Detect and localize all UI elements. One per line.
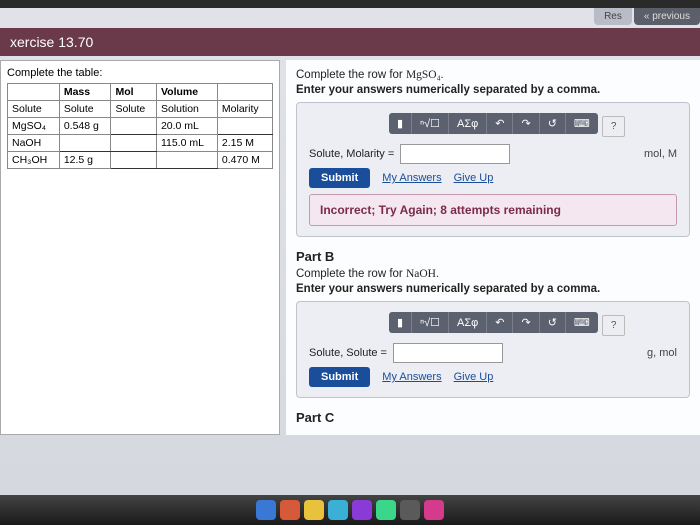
answer-label: Solute, Molarity = <box>309 148 394 160</box>
submit-row: Submit My Answers Give Up <box>309 367 677 387</box>
keyboard-icon[interactable]: ⌨ <box>565 312 598 333</box>
answer-units: mol, M <box>644 148 677 160</box>
submit-row: Submit My Answers Give Up <box>309 168 677 188</box>
math-toolbar: ▮ ⁿ√☐ ΑΣφ ↶ ↷ ↺ ⌨ <box>389 312 598 333</box>
part-a-hint: Enter your answers numerically separated… <box>296 84 690 96</box>
give-up-link[interactable]: Give Up <box>454 172 494 184</box>
answer-units: g, mol <box>647 347 677 359</box>
header-tabs: Res « previous <box>594 8 700 25</box>
part-a-instruction: Complete the row for MgSO₄. <box>296 69 690 81</box>
table-header-row: Mass Mol Volume <box>8 84 273 101</box>
blank-input[interactable] <box>217 118 272 135</box>
blank-input[interactable] <box>111 135 156 152</box>
table-row: NaOH 115.0 mL 2.15 M <box>8 135 273 152</box>
part-b-hint: Enter your answers numerically separated… <box>296 283 690 295</box>
dock-app-icon[interactable] <box>256 500 276 520</box>
help-icon[interactable]: ? <box>602 315 626 336</box>
answer-box-a: ▮ ⁿ√☐ ΑΣφ ↶ ↷ ↺ ⌨ ? Solute, Molarity = m… <box>296 102 690 237</box>
app-screen: Res « previous xercise 13.70 Complete th… <box>0 8 700 495</box>
undo-icon[interactable]: ↶ <box>486 113 512 134</box>
greek-icon[interactable]: ΑΣφ <box>448 113 486 134</box>
root-icon[interactable]: ⁿ√☐ <box>411 312 448 333</box>
dock-app-icon[interactable] <box>304 500 324 520</box>
root-icon[interactable]: ⁿ√☐ <box>411 113 448 134</box>
answer-input[interactable] <box>393 343 503 363</box>
dock-app-icon[interactable] <box>280 500 300 520</box>
dock-app-icon[interactable] <box>376 500 396 520</box>
answer-label: Solute, Solute = <box>309 347 387 359</box>
math-toolbar: ▮ ⁿ√☐ ΑΣφ ↶ ↷ ↺ ⌨ <box>389 113 598 134</box>
exercise-title: xercise 13.70 <box>0 28 700 56</box>
tab-previous[interactable]: « previous <box>634 8 700 25</box>
table-panel: Complete the table: Mass Mol Volume Solu… <box>0 60 280 435</box>
redo-icon[interactable]: ↷ <box>512 312 538 333</box>
part-b-instruction: Complete the row for NaOH. <box>296 268 690 280</box>
answer-input[interactable] <box>400 144 510 164</box>
reset-icon[interactable]: ↺ <box>539 312 565 333</box>
blank-input[interactable] <box>111 152 156 169</box>
give-up-link[interactable]: Give Up <box>454 371 494 383</box>
feedback-message: Incorrect; Try Again; 8 attempts remaini… <box>309 194 677 226</box>
answer-box-b: ▮ ⁿ√☐ ΑΣφ ↶ ↷ ↺ ⌨ ? Solute, Solute = g, … <box>296 301 690 398</box>
templates-icon[interactable]: ▮ <box>389 113 411 134</box>
templates-icon[interactable]: ▮ <box>389 312 411 333</box>
content-row: Complete the table: Mass Mol Volume Solu… <box>0 60 700 435</box>
part-b-heading: Part B <box>296 249 690 264</box>
table-title: Complete the table: <box>7 67 273 79</box>
help-icon[interactable]: ? <box>602 116 626 137</box>
my-answers-link[interactable]: My Answers <box>382 371 441 383</box>
my-answers-link[interactable]: My Answers <box>382 172 441 184</box>
redo-icon[interactable]: ↷ <box>512 113 538 134</box>
dock-app-icon[interactable] <box>328 500 348 520</box>
macos-dock <box>0 495 700 525</box>
undo-icon[interactable]: ↶ <box>486 312 512 333</box>
dock-app-icon[interactable] <box>352 500 372 520</box>
tab-resources[interactable]: Res <box>594 8 632 25</box>
submit-button[interactable]: Submit <box>309 168 370 188</box>
dock-app-icon[interactable] <box>400 500 420 520</box>
answer-input-row: Solute, Solute = g, mol <box>309 343 677 363</box>
data-table: Mass Mol Volume Solute Solute Solute Sol… <box>7 83 273 169</box>
submit-button[interactable]: Submit <box>309 367 370 387</box>
table-row: CH₃OH 12.5 g 0.470 M <box>8 152 273 169</box>
answer-input-row: Solute, Molarity = mol, M <box>309 144 677 164</box>
keyboard-icon[interactable]: ⌨ <box>565 113 598 134</box>
reset-icon[interactable]: ↺ <box>539 113 565 134</box>
blank-input[interactable] <box>59 135 111 152</box>
dock-app-icon[interactable] <box>424 500 444 520</box>
blank-input[interactable] <box>111 118 156 135</box>
part-c-heading: Part C <box>296 410 690 425</box>
blank-input[interactable] <box>156 152 217 169</box>
greek-icon[interactable]: ΑΣφ <box>448 312 486 333</box>
answer-panel: Complete the row for MgSO₄. Enter your a… <box>286 60 700 435</box>
table-row: MgSO₄ 0.548 g 20.0 mL <box>8 118 273 135</box>
table-subheader-row: Solute Solute Solute Solution Molarity <box>8 101 273 118</box>
